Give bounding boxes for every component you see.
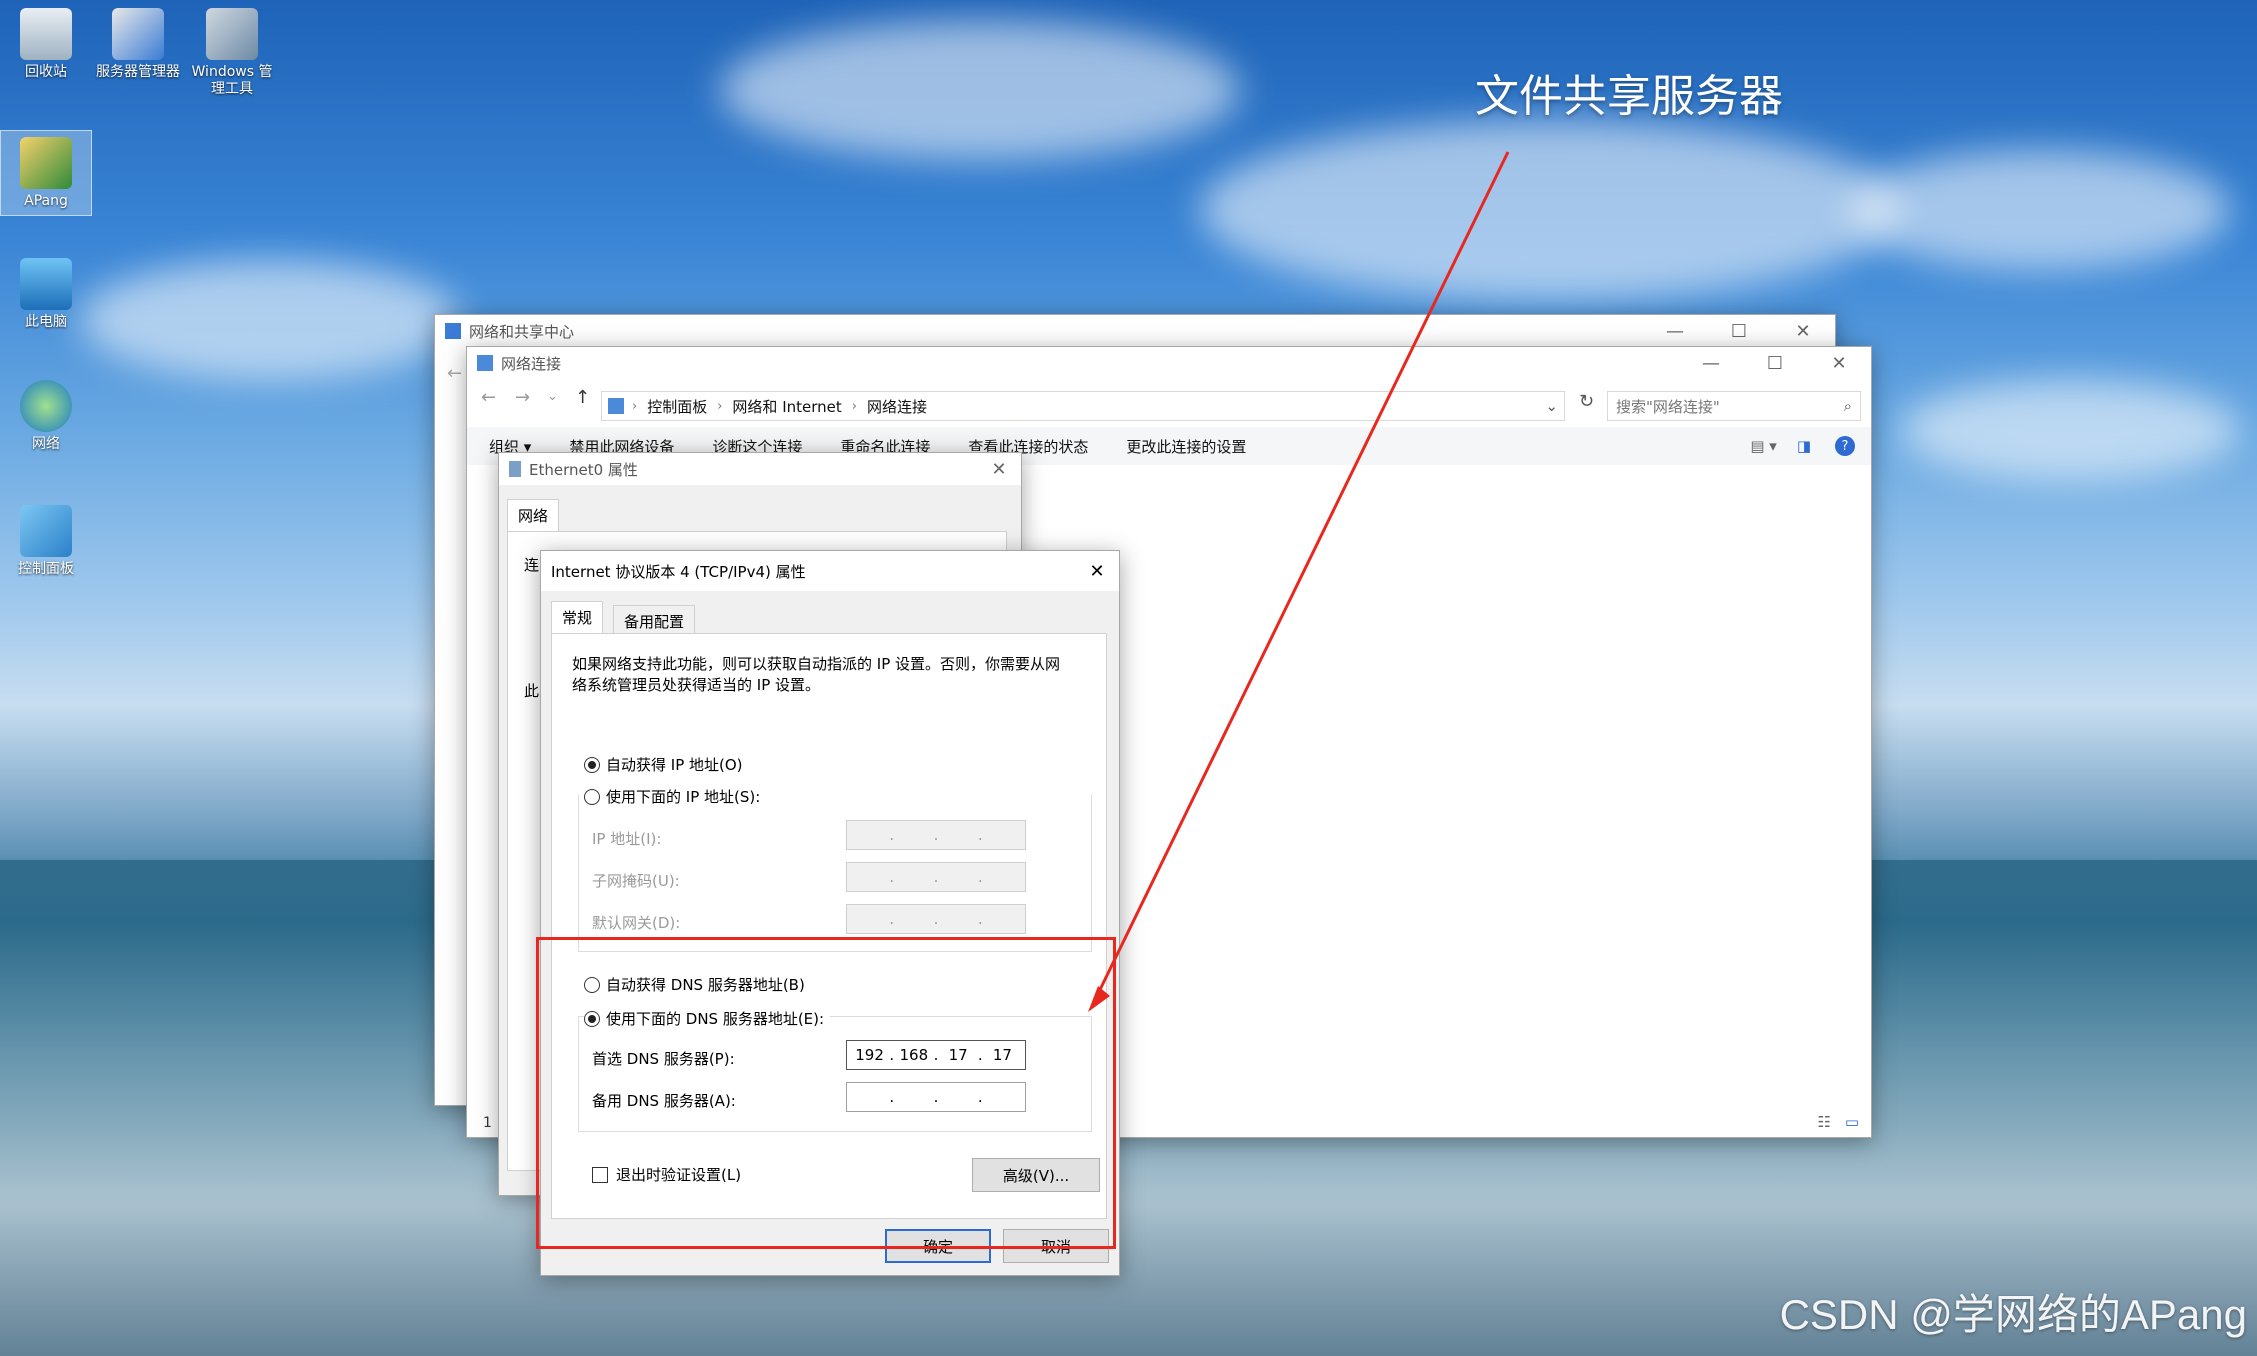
ip-address-label: IP 地址(I): [592, 830, 662, 848]
desktop-icon-server-manager[interactable]: 服务器管理器 [92, 8, 184, 81]
close-button[interactable]: ✕ [1807, 347, 1871, 379]
annotation-title: 文件共享服务器 [1475, 71, 1783, 122]
window-title: Ethernet0 属性 [529, 460, 638, 479]
desktop-icon-label: Windows 管理工具 [191, 64, 273, 97]
radio-indicator [584, 788, 600, 805]
tab-label: 常规 [562, 609, 593, 627]
address-folder-icon [608, 398, 624, 414]
default-gateway-field[interactable]: ... [846, 904, 1026, 934]
nav-up-icon[interactable]: ↑ [575, 387, 590, 408]
partial-label: 此 [524, 682, 540, 700]
server-manager-icon [112, 8, 164, 60]
ethernet-adapter-icon [509, 461, 521, 477]
network-connections-icon [477, 355, 493, 371]
network-center-icon [445, 323, 461, 339]
nav-forward-icon[interactable]: → [515, 387, 530, 408]
window-title: Internet 协议版本 4 (TCP/IPv4) 属性 [551, 562, 806, 581]
titlebar: 网络连接 — ☐ ✕ [467, 347, 1871, 379]
default-gateway-label: 默认网关(D): [592, 914, 681, 932]
network-globe-icon [20, 380, 72, 432]
control-panel-icon [20, 505, 72, 557]
minimize-button[interactable]: — [1679, 347, 1743, 379]
status-bar-count: 1 [483, 1115, 492, 1131]
tab-network[interactable]: 网络 [507, 499, 560, 532]
preview-pane-icon[interactable]: ◨ [1797, 437, 1811, 455]
refresh-icon[interactable]: ↻ [1579, 391, 1594, 412]
desktop-icon-recycle-bin[interactable]: 回收站 [0, 8, 92, 81]
annotation-highlight-box [536, 937, 1116, 1249]
titlebar: Ethernet0 属性 ✕ [499, 453, 1021, 485]
titlebar: 网络和共享中心 — ☐ ✕ [435, 315, 1835, 347]
view-options-icon[interactable]: ▤ ▾ [1750, 437, 1776, 455]
radio-auto-ip[interactable]: 自动获得 IP 地址(O) [584, 754, 743, 775]
nav-back-icon[interactable]: ← [481, 387, 496, 408]
close-button[interactable]: ✕ [1075, 555, 1119, 587]
desktop-icon-label: 此电脑 [25, 314, 67, 330]
partial-label: 连 [524, 556, 540, 574]
details-view-icon[interactable]: ☷ [1818, 1113, 1831, 1131]
recent-dropdown-icon[interactable]: ⌄ [547, 389, 558, 404]
desktop-icon-label: 回收站 [25, 64, 67, 80]
radio-manual-ip[interactable]: 使用下面的 IP 地址(S): [584, 786, 767, 807]
close-button[interactable]: ✕ [1771, 315, 1835, 347]
search-icon: ⌕ [1843, 397, 1852, 415]
user-folder-icon [20, 137, 72, 189]
search-placeholder: 搜索"网络连接" [1616, 397, 1720, 416]
desktop-icon-network[interactable]: 网络 [0, 380, 92, 453]
desktop-icon-label: 网络 [32, 436, 60, 452]
tab-label: 备用配置 [624, 613, 685, 631]
computer-icon [20, 258, 72, 310]
desktop-icon-label: 控制面板 [18, 561, 74, 577]
help-icon[interactable]: ? [1835, 436, 1855, 456]
desktop-icon-this-pc[interactable]: 此电脑 [0, 258, 92, 331]
nav-back-icon[interactable]: ← [447, 363, 462, 384]
desktop-icon-admin-tools[interactable]: Windows 管理工具 [186, 8, 278, 98]
radio-indicator [584, 756, 600, 773]
desktop-icon-user-folder[interactable]: APang [0, 130, 92, 216]
cmd-change-settings[interactable]: 更改此连接的设置 [1126, 436, 1246, 457]
close-button[interactable]: ✕ [977, 453, 1021, 485]
subnet-mask-label: 子网掩码(U): [592, 872, 680, 890]
desktop-icon-label: APang [24, 193, 68, 209]
address-bar[interactable]: › 控制面板 › 网络和 Internet › 网络连接 ⌄ [601, 391, 1565, 421]
radio-label: 使用下面的 IP 地址(S): [606, 788, 761, 806]
tab-general[interactable]: 常规 [551, 601, 604, 634]
recycle-bin-icon [20, 8, 72, 60]
window-title: 网络和共享中心 [469, 322, 575, 341]
description-text: 如果网络支持此功能，则可以获取自动指派的 IP 设置。否则，你需要从网络系统管理… [572, 655, 1061, 694]
subnet-mask-field[interactable]: ... [846, 862, 1026, 892]
window-title: 网络连接 [501, 354, 562, 373]
search-input[interactable]: 搜索"网络连接" ⌕ [1607, 391, 1861, 421]
watermark: CSDN @学网络的APang [1779, 1291, 2247, 1338]
breadcrumb-item[interactable]: 网络和 Internet [732, 396, 841, 417]
breadcrumb-item[interactable]: 网络连接 [867, 396, 927, 417]
titlebar: Internet 协议版本 4 (TCP/IPv4) 属性 ✕ [541, 551, 1119, 591]
address-dropdown-icon[interactable]: ⌄ [1545, 397, 1558, 415]
admin-tools-icon [206, 8, 258, 60]
breadcrumb-item[interactable]: 控制面板 [647, 396, 707, 417]
maximize-button[interactable]: ☐ [1707, 315, 1771, 347]
ip-address-field[interactable]: ... [846, 820, 1026, 850]
desktop-icon-label: 服务器管理器 [96, 64, 180, 80]
radio-label: 自动获得 IP 地址(O) [606, 756, 743, 774]
maximize-button[interactable]: ☐ [1743, 347, 1807, 379]
desktop-icon-control-panel[interactable]: 控制面板 [0, 505, 92, 578]
minimize-button[interactable]: — [1643, 315, 1707, 347]
tab-label: 网络 [518, 507, 549, 525]
tiles-view-icon[interactable]: ▭ [1845, 1113, 1859, 1131]
